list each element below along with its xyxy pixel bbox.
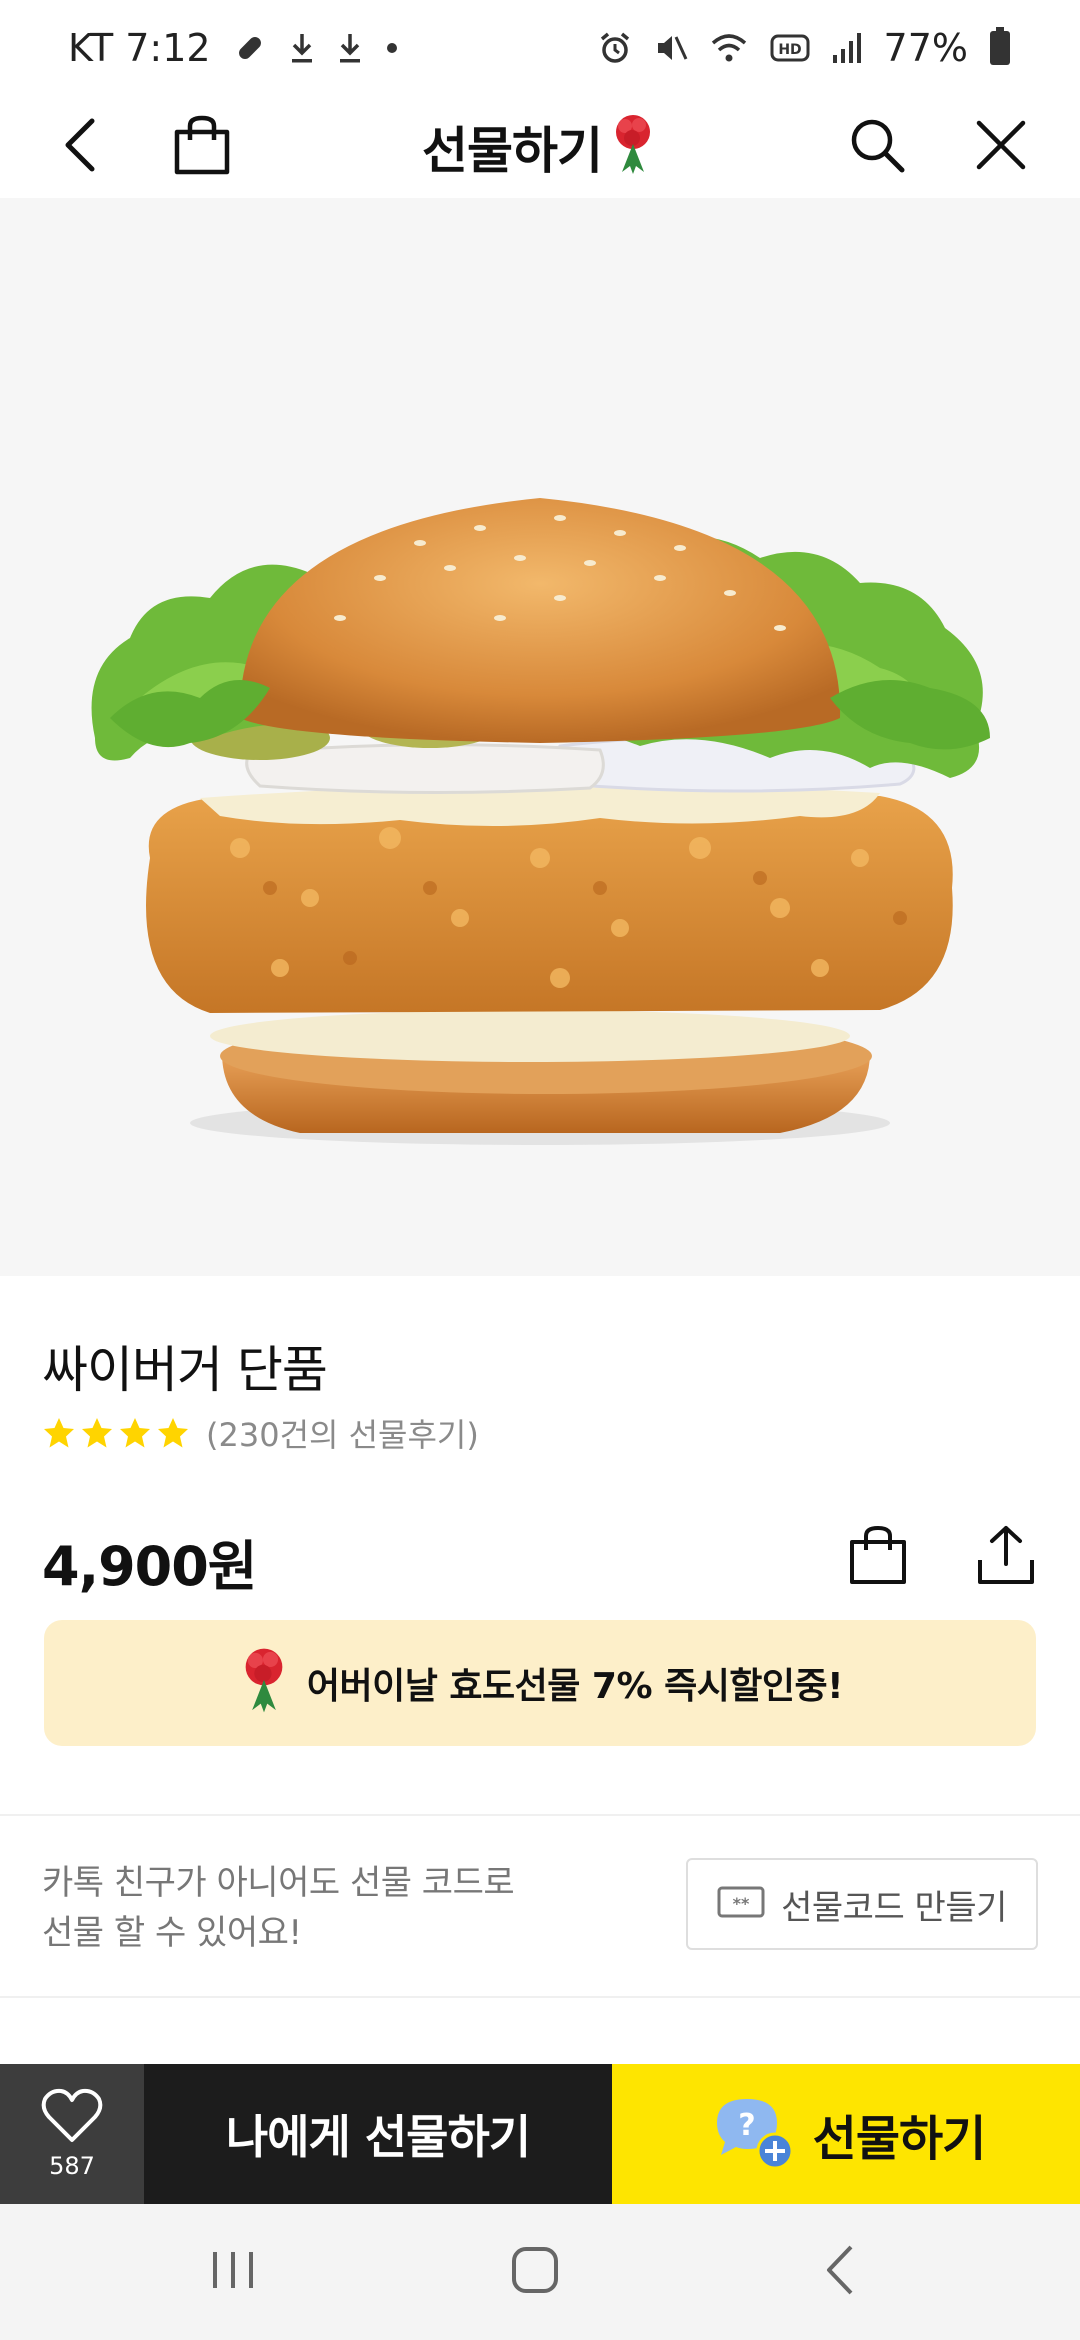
share-button[interactable] (968, 1520, 1044, 1594)
app-header: 선물하기 (0, 96, 1080, 198)
home-button[interactable] (475, 2204, 595, 2340)
close-button[interactable] (951, 96, 1051, 198)
divider (0, 1814, 1080, 1816)
page-title: 선물하기 (422, 122, 603, 180)
promo-text: 어버이날 효도선물 7% 즉시할인중! (306, 1666, 844, 1707)
carrier-time: KT 7:12 (68, 26, 211, 70)
home-icon (510, 2245, 560, 2299)
alarm-icon (598, 31, 632, 65)
svg-text:**: ** (733, 1894, 750, 1913)
create-gift-code-button[interactable]: ** 선물코드 만들기 (686, 1858, 1038, 1950)
battery-percent: 77% (883, 26, 968, 70)
star-icon (120, 1418, 150, 1448)
star-icon (44, 1418, 74, 1448)
shopping-bag-icon (848, 1524, 908, 1590)
system-navigation-bar (0, 2204, 1080, 2340)
recents-icon (209, 2248, 257, 2296)
burger-image (91, 498, 990, 1145)
status-bar: KT 7:12 HD 77% (0, 0, 1080, 96)
star-icon (158, 1418, 188, 1448)
gift-code-button-label: 선물코드 만들기 (781, 1887, 1007, 1928)
gift-code-description-line: 선물 할 수 있어요! (42, 1913, 302, 1953)
carnation-icon (608, 112, 658, 182)
battery-icon (990, 27, 1010, 65)
share-icon (975, 1524, 1037, 1590)
search-button[interactable] (827, 96, 927, 198)
add-to-gift-box-button[interactable] (840, 1520, 916, 1594)
product-price: 4,900원 (42, 1535, 257, 1598)
gift-code-description-line: 카톡 친구가 아니어도 선물 코드로 (42, 1863, 515, 1903)
product-image (0, 198, 1080, 1276)
gift-to-me-button[interactable]: 나에게 선물하기 (144, 2064, 612, 2204)
close-icon (975, 119, 1027, 175)
gift-to-me-label: 나에게 선물하기 (225, 2110, 531, 2164)
wish-button[interactable]: 587 (0, 2064, 144, 2204)
gift-friend-icon: ? (707, 2093, 795, 2175)
star-icon (82, 1418, 112, 1448)
wifi-icon (710, 31, 748, 65)
search-icon (848, 116, 906, 178)
carnation-icon (237, 1645, 291, 1721)
status-bar-right: HD 77% (598, 26, 1010, 70)
recents-button[interactable] (173, 2204, 293, 2340)
nav-back-icon (823, 2243, 857, 2301)
wish-count: 587 (49, 2152, 95, 2180)
heart-icon (41, 2088, 103, 2148)
signal-icon (832, 31, 862, 65)
status-bar-left: KT 7:12 (68, 26, 399, 70)
divider (0, 1996, 1080, 1998)
gift-code-description: 카톡 친구가 아니어도 선물 코드로 선물 할 수 있어요! (42, 1858, 515, 1958)
svg-text:?: ? (738, 2108, 755, 2143)
product-name: 싸이버거 단품 (42, 1341, 328, 1399)
pill-icon (233, 31, 267, 65)
svg-text:HD: HD (778, 42, 801, 58)
notification-dot-icon (385, 41, 399, 55)
mute-icon (654, 31, 688, 65)
gift-code-ticket-icon: ** (717, 1885, 765, 1923)
product-rating[interactable]: (230건의 선물후기) (42, 1410, 479, 1456)
nav-back-button[interactable] (780, 2204, 900, 2340)
download-icon (337, 31, 363, 65)
gift-button-label: 선물하기 (812, 2111, 987, 2167)
gift-button[interactable]: ? 선물하기 (612, 2064, 1080, 2204)
bottom-action-bar: 587 나에게 선물하기 ? 선물하기 (0, 2064, 1080, 2204)
download-icon (289, 31, 315, 65)
hd-icon: HD (770, 33, 810, 63)
promo-banner[interactable]: 어버이날 효도선물 7% 즉시할인중! (44, 1620, 1036, 1746)
review-count: (230건의 선물후기) (206, 1416, 479, 1454)
